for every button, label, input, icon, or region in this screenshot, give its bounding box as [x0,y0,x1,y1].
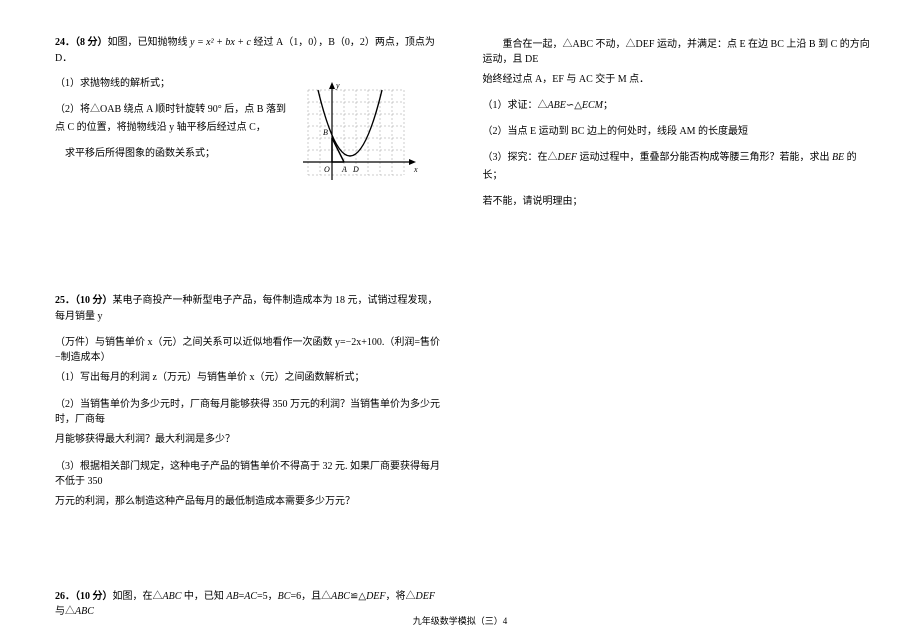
p26c-l1: 重合在一起，△ABC 不动，△DEF 运动，并满足：点 E 在边 BC 上沿 B… [483,35,871,65]
p25-q1: （1）写出每月的利润 z（万元）与销售单价 x（元）之间函数解析式； [55,369,443,387]
left-column: 24．（8 分）如图，已知抛物线 y = x² + bx + c 经过 A（1，… [55,35,443,617]
p26c-q3-2: 运动过程中，重叠部分能否构成等腰三角形？若能，求出 [577,152,832,163]
p26-abc2: ABC [331,591,350,602]
problem-24: 24．（8 分）如图，已知抛物线 y = x² + bx + c 经过 A（1，… [55,35,443,163]
p26c-be: BE [832,152,844,163]
p25-number: 25． [55,295,75,306]
p24-q1: （1）求抛物线的解析式； [55,75,293,93]
p26-i1: 如图，在△ [113,591,163,602]
p26-ac: AC [244,591,257,602]
p26c-semi: ； [603,100,613,111]
p24-q2-1: （2）将△OAB 绕点 A 顺时针旋转 90° 后，点 B 落到点 C 的位置，… [55,101,293,137]
graph-x-label: x [413,165,418,174]
p26c-abe: ABE [548,100,566,111]
p26c-sim: ∽△ [566,100,582,111]
p25-points: （10 分） [75,295,113,306]
p24-points: （8 分） [75,37,108,48]
p26-cong: ≌△ [350,591,366,602]
problem-25: 25．（10 分）某电子商投产一种新型电子产品，每件制造成本为 18 元，试销过… [55,293,443,511]
p24-formula: y = x² + bx + c [190,37,251,48]
graph-O: O [324,165,330,174]
p26-number: 26． [55,591,75,602]
p25-intro2: （万件）与销售单价 x（元）之间关系可以近似地看作一次函数 y=−2x+100.… [55,333,443,363]
p26-v6: =6，且△ [290,591,331,602]
p26-def: DEF [366,591,385,602]
p25-q2-1: （2）当销售单价为多少元时，厂商每月能够获得 350 万元的利润？当销售单价为多… [55,395,443,425]
graph-D: D [352,165,359,174]
p26-v5: =5， [257,591,278,602]
p26-i2: 中，已知 [181,591,226,602]
p24-number: 24． [55,37,75,48]
p26-comma: ，将△ [386,591,416,602]
p25-q3-1: （3）根据相关部门规定，这种电子产品的销售单价不得高于 32 元. 如果厂商要获… [55,457,443,487]
graph-y-label: y [335,81,340,90]
p24-intro1: 如图，已知抛物线 [108,37,191,48]
graph-A: A [341,165,347,174]
p26c-q2: （2）当点 E 运动到 BC 边上的何处时，线段 AM 的长度最短 [483,123,871,141]
page-footer: 九年级数学模拟（三）4 [0,614,920,627]
p26c-ecm: ECM [582,100,603,111]
p26c-q3-4: 若不能，请说明理由； [483,193,871,211]
p24-q2-2: 求平移后所得图象的函数关系式； [55,145,293,163]
p25-q3-2: 万元的利润，那么制造这种产品每月的最低制造成本需要多少万元？ [55,493,443,511]
right-column: 重合在一起，△ABC 不动，△DEF 运动，并满足：点 E 在边 BC 上沿 B… [483,35,871,617]
p26c-def: DEF [558,152,577,163]
p26c-q3-1: （3）探究：在△ [483,152,558,163]
p25-intro1: 某电子商投产一种新型电子产品，每件制造成本为 18 元，试销过程发现，每月销量 … [55,295,438,322]
parabola-graph: y x O A B D [298,80,423,198]
p26-points: （10 分） [75,591,113,602]
graph-B: B [323,128,328,137]
graph-svg: y x O A B D [298,80,423,195]
p26c-q1-1: （1）求证：△ [483,100,548,111]
problem-26-header: 26．（10 分）如图，在△ABC 中，已知 AB=AC=5，BC=6，且△AB… [55,587,443,617]
p26-ab: AB [226,591,238,602]
p25-q2-2: 月能够获得最大利润？最大利润是多少？ [55,431,443,449]
p26c-l2: 始终经过点 A，EF 与 AC 交于 M 点． [483,71,871,89]
p26-def2: DEF [416,591,435,602]
p26-abc: ABC [163,591,182,602]
p26-bc: BC [278,591,291,602]
